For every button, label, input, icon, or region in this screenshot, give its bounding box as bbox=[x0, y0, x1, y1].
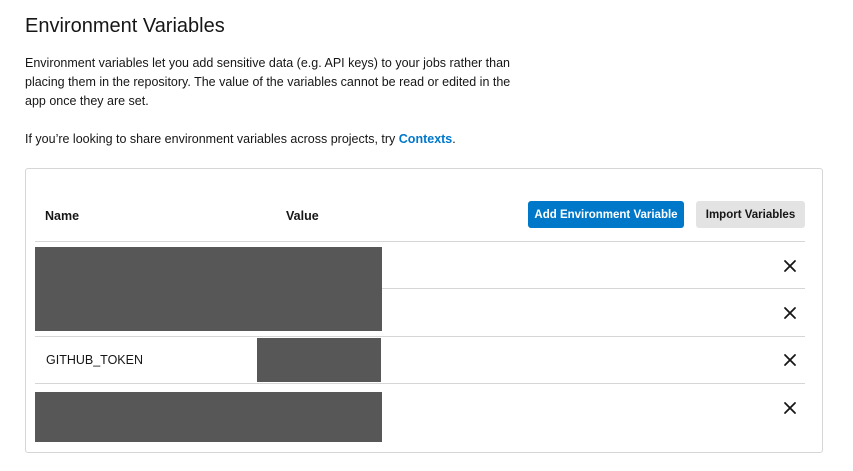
row-name-github-token: GITHUB_TOKEN bbox=[46, 353, 144, 367]
page-title: Environment Variables bbox=[25, 15, 225, 37]
header-divider bbox=[35, 241, 805, 242]
contexts-hint-prefix: If you’re looking to share environment v… bbox=[25, 132, 399, 146]
close-icon[interactable] bbox=[782, 400, 798, 416]
add-environment-variable-button[interactable]: Add Environment Variable bbox=[528, 201, 684, 228]
redaction-block bbox=[35, 392, 382, 442]
column-header-name: Name bbox=[45, 209, 80, 223]
redaction-block bbox=[257, 338, 381, 382]
redaction-block bbox=[35, 247, 382, 331]
contexts-hint: If you’re looking to share environment v… bbox=[25, 130, 456, 149]
env-vars-table: Name Value Add Environment Variable Impo… bbox=[25, 168, 823, 453]
contexts-link[interactable]: Contexts bbox=[399, 132, 452, 146]
import-variables-button[interactable]: Import Variables bbox=[696, 201, 805, 228]
row-divider bbox=[35, 336, 805, 337]
contexts-hint-suffix: . bbox=[452, 132, 456, 146]
column-header-value: Value bbox=[286, 209, 319, 223]
page-description: Environment variables let you add sensit… bbox=[25, 56, 511, 109]
close-icon[interactable] bbox=[782, 305, 798, 321]
close-icon[interactable] bbox=[782, 258, 798, 274]
close-icon[interactable] bbox=[782, 352, 798, 368]
row-divider bbox=[35, 383, 805, 384]
